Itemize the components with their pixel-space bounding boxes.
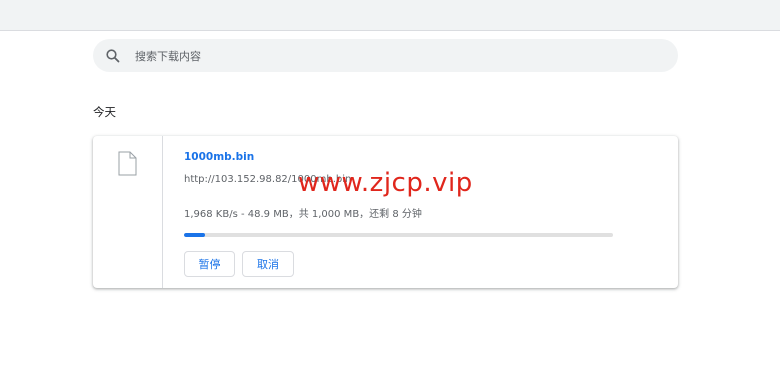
pause-button[interactable]: 暂停	[184, 251, 235, 277]
section-title-today: 今天	[93, 105, 116, 119]
cancel-button[interactable]: 取消	[242, 251, 294, 277]
file-name-link[interactable]: 1000mb.bin	[184, 151, 254, 163]
search-input[interactable]	[133, 39, 657, 74]
top-toolbar	[0, 0, 780, 31]
download-item-card: 1000mb.bin http://103.152.98.82/1000mb.b…	[93, 136, 678, 288]
search-icon	[105, 48, 121, 64]
search-box[interactable]	[93, 39, 678, 74]
download-status-text: 1,968 KB/s - 48.9 MB，共 1,000 MB，还剩 8 分钟	[184, 209, 422, 220]
download-item-icon-column	[93, 136, 163, 288]
download-progress-fill	[184, 233, 206, 237]
file-icon	[118, 151, 137, 176]
watermark: www.zjcp.vip	[298, 168, 473, 198]
download-progress-bar	[184, 233, 613, 237]
